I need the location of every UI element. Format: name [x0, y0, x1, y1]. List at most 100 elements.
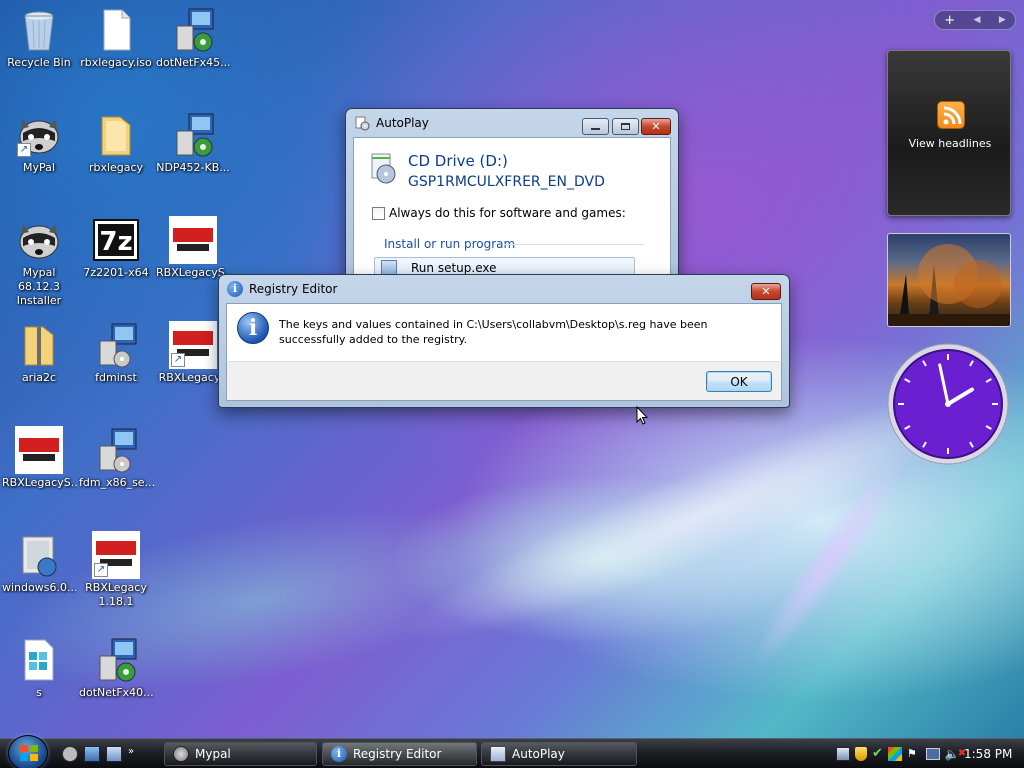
rbx-legacy-icon: ↗ — [169, 321, 217, 369]
recycle-bin-icon — [15, 6, 63, 54]
mouse-cursor — [636, 405, 649, 426]
desktop-icon-rbxlegacy-1181[interactable]: ↗ RBXLegacy 1.18.1 — [78, 527, 154, 627]
desktop-icon-windows6[interactable]: windows6.0... — [1, 527, 77, 627]
desktop-icon-rbxlegacys-3[interactable]: RBXLegacyS... — [1, 422, 77, 522]
section-divider — [504, 244, 644, 245]
info-icon: i — [227, 281, 243, 297]
desktop-icon-label: rbxlegacy.iso — [80, 56, 152, 69]
autoplay-window[interactable]: AutoPlay ✕ CD Drive (D:) GSP1RMCULXFRER_… — [345, 108, 679, 280]
svg-text:7z: 7z — [99, 227, 132, 257]
close-button[interactable]: ✕ — [751, 283, 781, 300]
desktop-icon-fdm-x86[interactable]: fdm_x86_se... — [78, 422, 154, 522]
windows-logo-icon — [20, 745, 38, 761]
checkmark-icon[interactable]: ✔ — [872, 747, 883, 761]
shortcut-arrow-icon: ↗ — [17, 143, 31, 157]
desktop-icon-label: rbxlegacy — [88, 161, 144, 174]
installer-icon — [92, 426, 140, 474]
flag-icon[interactable]: ⚑ — [907, 747, 917, 761]
file-icon — [92, 6, 140, 54]
desktop-icon-label: dotNetFx40... — [79, 686, 154, 699]
maximize-button[interactable] — [612, 118, 639, 135]
taskbar-clock[interactable]: 1:58 PM — [964, 747, 1012, 761]
update-package-icon — [15, 531, 63, 579]
installer-icon — [169, 111, 217, 159]
desktop-icon-label: windows6.0... — [2, 581, 77, 594]
desktop-icon-rbxlegacy-folder[interactable]: rbxlegacy — [78, 107, 154, 207]
zip-folder-icon — [15, 321, 63, 369]
desktop-icon-label: MyPal — [23, 161, 55, 174]
desktop-icon-label: RBXLegacyS... — [2, 476, 77, 489]
desktop-icon-s-reg[interactable]: s — [1, 632, 77, 732]
taskbar-button-label: AutoPlay — [512, 747, 565, 761]
desktop-icon-7zip[interactable]: 7z 7z2201-x64 — [78, 212, 154, 312]
always-do-this-checkbox[interactable] — [372, 207, 385, 220]
clock-gadget[interactable] — [886, 342, 1010, 466]
network-windows-icon[interactable] — [887, 747, 902, 761]
taskbar-button-autoplay[interactable]: AutoPlay — [481, 742, 637, 766]
desktop-icon-label: 7z2201-x64 — [83, 266, 149, 279]
network-icon[interactable] — [925, 748, 940, 760]
registry-message: The keys and values contained in C:\User… — [279, 318, 708, 346]
registry-editor-dialog[interactable]: i Registry Editor ✕ i The keys and value… — [218, 274, 790, 408]
always-do-this-label[interactable]: Always do this for software and games: — [389, 206, 626, 220]
close-icon: ✕ — [761, 285, 771, 298]
minimize-icon — [591, 128, 600, 130]
desktop-icon-label: Recycle Bin — [7, 56, 71, 69]
raccoon-icon[interactable] — [62, 746, 78, 762]
desktop-icon-label: fdminst — [95, 371, 137, 384]
next-icon[interactable]: ▶ — [999, 15, 1006, 25]
desktop-icon-label: RBXLegacy 1.18.1 — [85, 581, 147, 608]
autoplay-icon — [354, 115, 370, 131]
desktop-icon-label: s — [36, 686, 42, 699]
autoplay-icon — [490, 746, 506, 762]
desktop-icon-label: Mypal 68.12.3 Installer — [16, 266, 62, 307]
shortcut-arrow-icon: ↗ — [94, 563, 108, 577]
desktop-icon-mypal[interactable]: ↗ MyPal — [1, 107, 77, 207]
autoplay-title: AutoPlay — [376, 116, 429, 130]
slideshow-gadget[interactable] — [887, 233, 1011, 327]
quick-launch: » — [62, 746, 134, 762]
desktop-icon-recycle-bin[interactable]: Recycle Bin — [1, 2, 77, 102]
chevron-icon[interactable]: » — [128, 746, 134, 762]
rbx-legacy-icon — [15, 426, 63, 474]
desktop-icon-label: NDP452-KB... — [156, 161, 230, 174]
volume-tray-icon[interactable] — [836, 747, 850, 761]
rss-feed-icon — [937, 101, 965, 129]
ok-button[interactable]: OK — [706, 371, 772, 392]
desktop-icon-label: dotNetFx45... — [156, 56, 231, 69]
autoplay-titlebar[interactable]: AutoPlay ✕ — [346, 109, 678, 137]
minimize-button[interactable] — [582, 118, 609, 135]
rbx-legacy-icon: ↗ — [92, 531, 140, 579]
desktop-icon-fdminst[interactable]: fdminst — [78, 317, 154, 417]
show-desktop-icon[interactable] — [84, 746, 100, 762]
registry-file-icon — [15, 636, 63, 684]
desktop-icon-dotnetfx40[interactable]: dotNetFx40... — [78, 632, 154, 732]
autoplay-content: CD Drive (D:) GSP1RMCULXFRER_EN_DVD Alwa… — [353, 137, 671, 279]
close-button[interactable]: ✕ — [641, 118, 671, 135]
desktop-icon-mypal-installer[interactable]: Mypal 68.12.3 Installer — [1, 212, 77, 312]
registry-titlebar[interactable]: i Registry Editor ✕ — [219, 275, 789, 303]
start-button[interactable] — [8, 735, 48, 768]
desktop-icon-rbxlegacy-iso[interactable]: rbxlegacy.iso — [78, 2, 154, 102]
info-icon: i — [331, 746, 347, 762]
taskbar-button-mypal[interactable]: Mypal — [164, 742, 317, 766]
slideshow-photo — [888, 244, 1010, 326]
install-section-heading: Install or run program — [384, 237, 516, 251]
desktop: Recycle Bin rbxlegacy.iso dotNetFx45... … — [0, 0, 1024, 738]
view-headlines-label[interactable]: View headlines — [888, 137, 1012, 150]
add-gadget-icon[interactable]: + — [944, 13, 955, 28]
registry-message-area: i The keys and values contained in C:\Us… — [226, 303, 782, 361]
taskbar-button-registry-editor[interactable]: i Registry Editor — [322, 742, 477, 766]
registry-title: Registry Editor — [249, 282, 338, 296]
dialog-button-area: OK — [226, 361, 782, 401]
installer-icon — [169, 6, 217, 54]
feed-headlines-gadget[interactable]: View headlines — [887, 50, 1011, 216]
desktop-icon-aria2c[interactable]: aria2c — [1, 317, 77, 417]
security-shield-icon[interactable] — [855, 747, 867, 761]
desktop-icon-dotnetfx45[interactable]: dotNetFx45... — [155, 2, 231, 102]
maximize-icon — [621, 123, 630, 130]
desktop-icon-ndp452[interactable]: NDP452-KB... — [155, 107, 231, 207]
previous-icon[interactable]: ◀ — [974, 15, 981, 25]
switch-windows-icon[interactable] — [106, 746, 122, 762]
taskbar-button-label: Mypal — [195, 747, 231, 761]
